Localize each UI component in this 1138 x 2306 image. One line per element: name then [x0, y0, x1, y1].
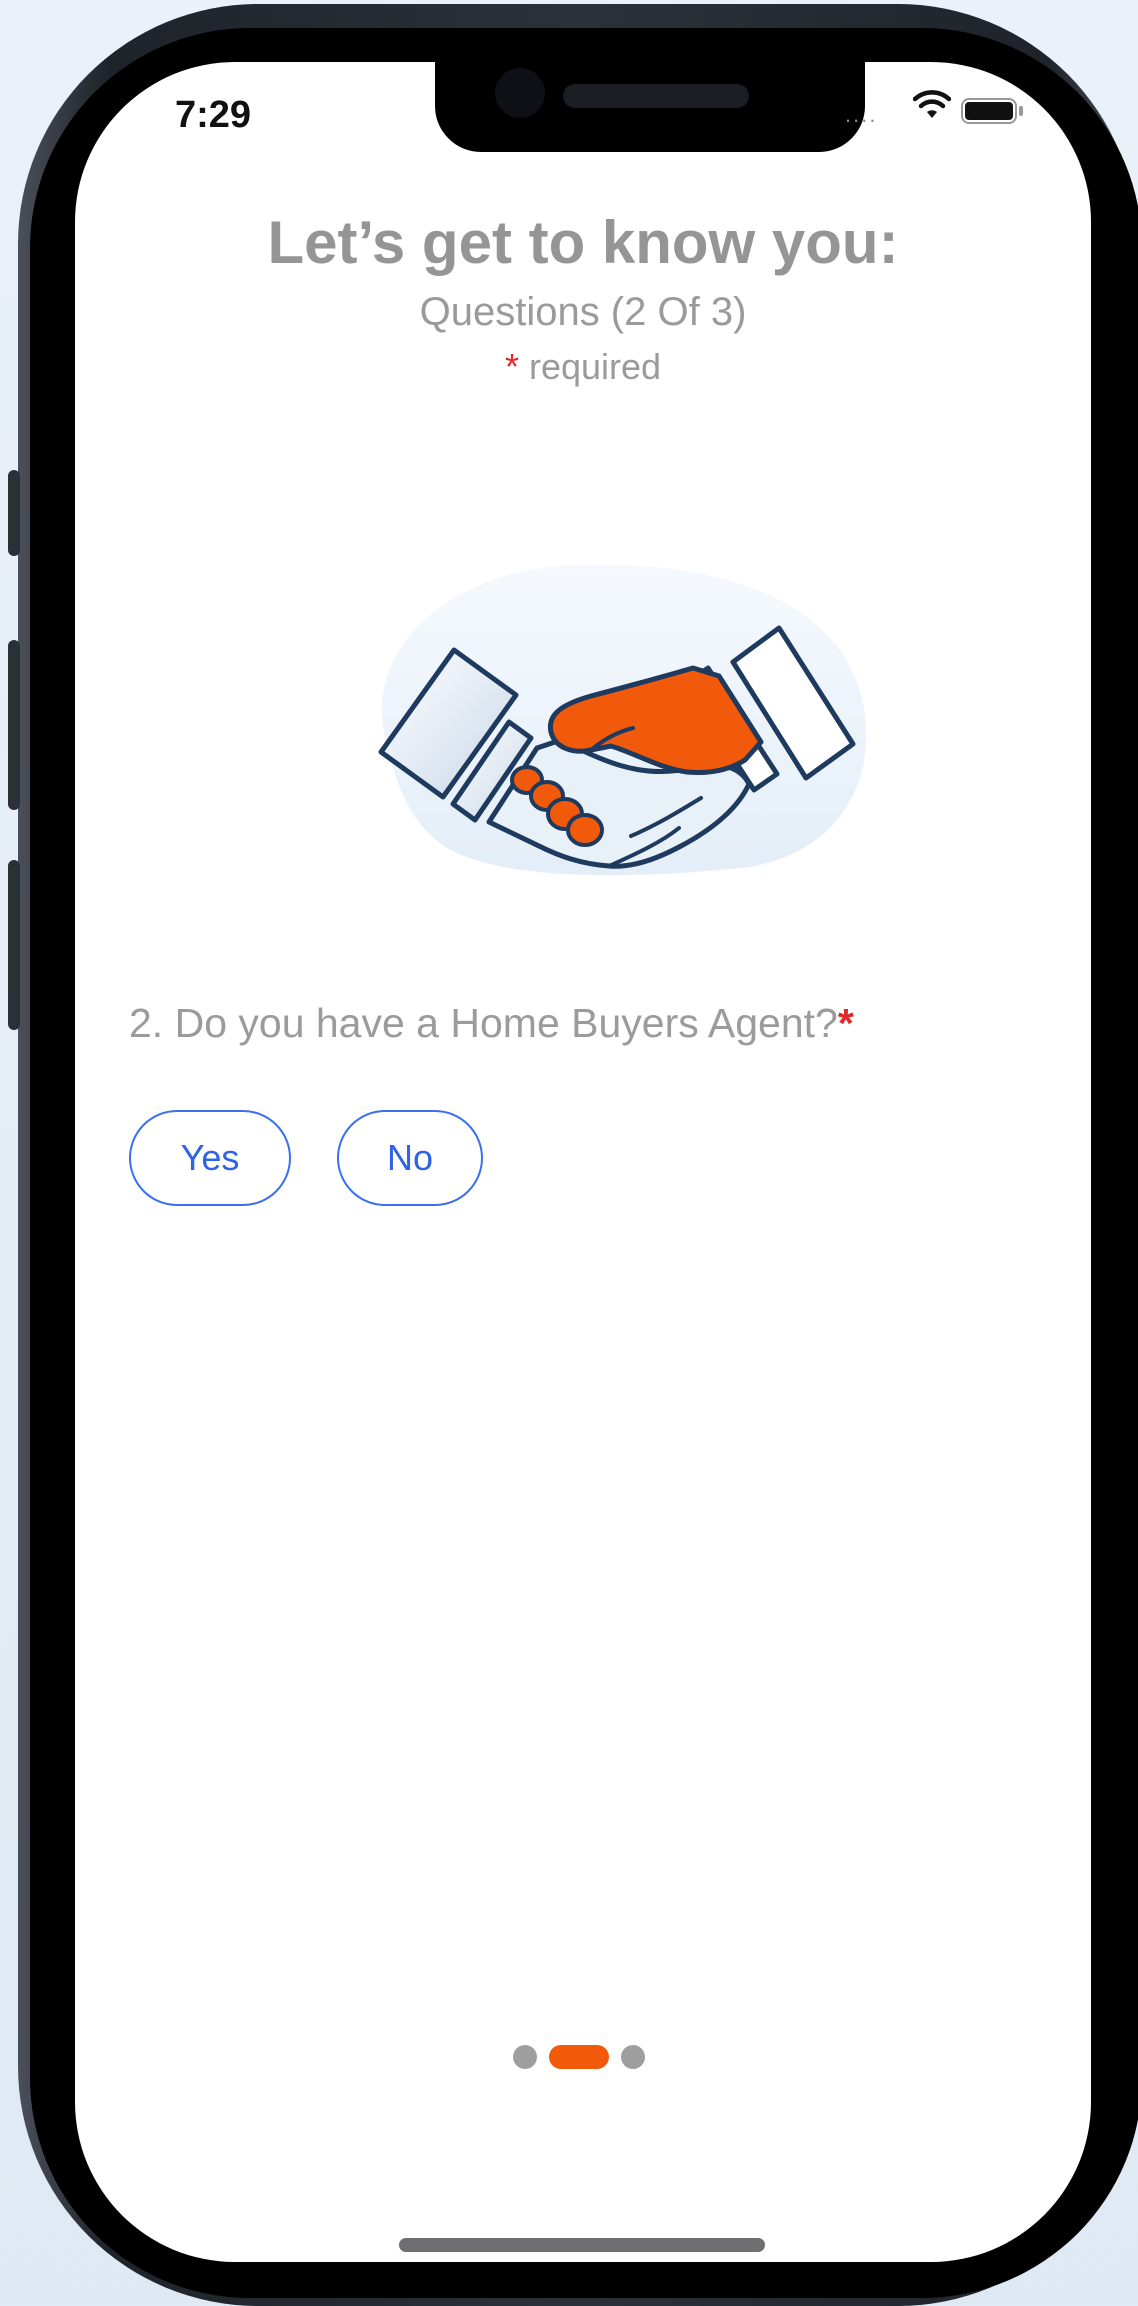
required-note: * required	[75, 346, 1091, 388]
status-time: 7:29	[175, 94, 252, 136]
home-indicator[interactable]	[399, 2238, 765, 2252]
page-indicator	[513, 2043, 653, 2071]
mute-switch	[8, 470, 20, 556]
volume-down-button	[8, 860, 20, 1030]
volume-up-button	[8, 640, 20, 810]
question-progress: Questions (2 Of 3)	[419, 290, 747, 334]
battery-icon	[961, 98, 1023, 124]
signal-indicator: ....	[845, 102, 878, 127]
page-dot-3	[621, 2045, 645, 2069]
required-label: required	[528, 346, 662, 387]
front-camera	[495, 68, 545, 118]
page-title: Let’s get to know you:	[267, 209, 899, 276]
question-required-star: *	[837, 1000, 854, 1046]
app-screen: 7:29 .... Let’s get to know you: Questio…	[75, 62, 1091, 2262]
yes-button[interactable]: Yes	[129, 1110, 291, 1206]
earpiece-speaker	[563, 84, 749, 108]
page-dot-2-active	[549, 2045, 609, 2069]
question-text: 2. Do you have a Home Buyers Agent?*	[129, 1000, 854, 1047]
wifi-icon	[913, 90, 951, 118]
no-button[interactable]: No	[337, 1110, 483, 1206]
page-dot-1	[513, 2045, 537, 2069]
question-label: 2. Do you have a Home Buyers Agent?	[129, 1000, 838, 1046]
required-star: *	[504, 346, 519, 387]
handshake-icon	[378, 564, 867, 876]
